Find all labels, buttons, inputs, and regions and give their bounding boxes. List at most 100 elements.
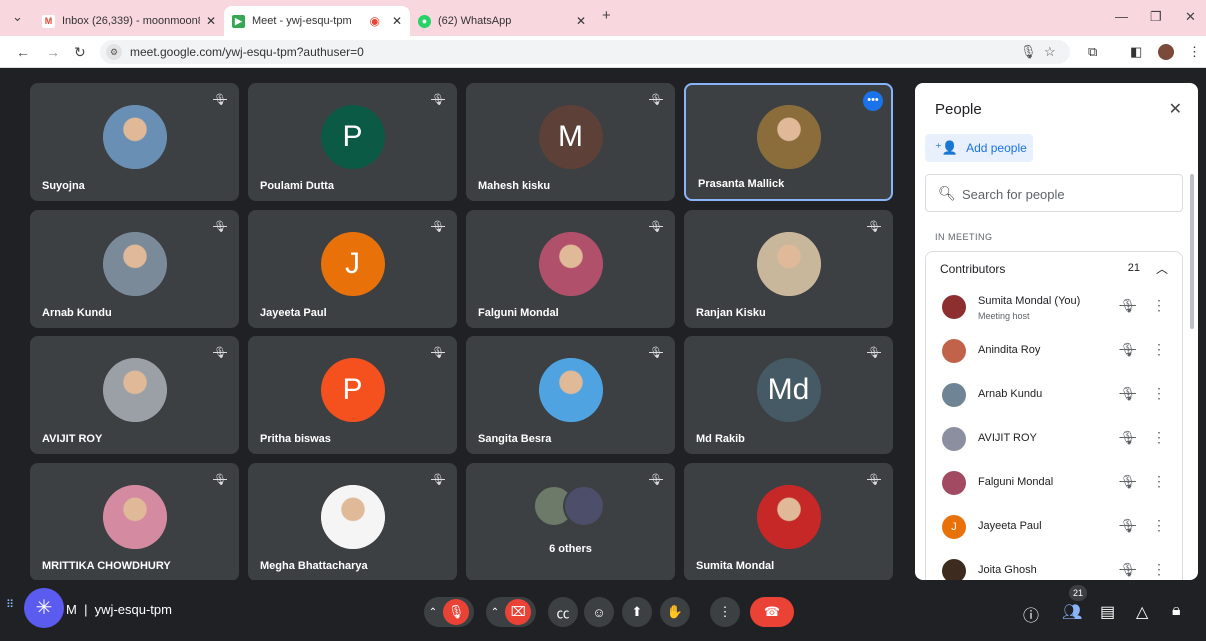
participant-tile[interactable]: Sangita Besra 🎙︎ [466, 336, 675, 454]
microphone-icon[interactable]: 🎙 [1020, 44, 1037, 60]
others-label: 6 others [549, 543, 592, 555]
profile-photo [756, 485, 821, 549]
participant-row[interactable]: Anindita Roy 🎙︎ ⋮ [926, 329, 1182, 373]
camera-toggle[interactable]: ⌃ ⌧ [486, 597, 536, 627]
chevron-up-icon[interactable]: ⌃ [491, 607, 499, 618]
microphone-toggle[interactable]: ⌃ 🎙 [424, 597, 474, 627]
participant-row[interactable]: Falguni Mondal 🎙︎ ⋮ [926, 461, 1182, 505]
participant-tile[interactable]: Suyojna 🎙︎ [30, 83, 239, 201]
side-panel-icon[interactable]: ◧ [1130, 44, 1142, 60]
activities-icon[interactable]: △ [1136, 602, 1148, 622]
participant-name: Falguni Mondal [478, 307, 559, 319]
mic-muted-icon[interactable]: 🎙︎ [1119, 562, 1136, 578]
new-tab-icon[interactable]: + [602, 7, 611, 24]
participant-tile[interactable]: P Pritha biswas 🎙︎ [248, 336, 457, 454]
participant-tile[interactable]: M Mahesh kisku 🎙︎ [466, 83, 675, 201]
captions-button[interactable]: ㏄ [548, 597, 578, 627]
address-bar[interactable]: ⚙ meet.google.com/ywj-esqu-tpm?authuser=… [100, 40, 1070, 64]
participant-options-icon[interactable]: ⋮ [1152, 385, 1166, 402]
forward-icon[interactable]: → [46, 44, 60, 60]
people-icon[interactable]: 👥︎ [1062, 602, 1082, 622]
host-controls-icon[interactable]: 🔒︎ [1172, 602, 1181, 620]
participant-row[interactable]: Arnab Kundu 🎙︎ ⋮ [926, 373, 1182, 417]
chat-icon[interactable]: ▤ [1100, 602, 1115, 622]
camera-off-icon: ⌧ [505, 599, 532, 625]
extensions-icon[interactable]: ⧉ [1088, 44, 1097, 60]
participant-options-icon[interactable]: ⋮ [1152, 341, 1166, 358]
close-panel-icon[interactable]: ✕ [1169, 99, 1182, 119]
participant-tile[interactable]: P Poulami Dutta 🎙︎ [248, 83, 457, 201]
panel-scrollbar[interactable] [1190, 174, 1194, 329]
mic-muted-icon[interactable]: 🎙︎ [1119, 430, 1136, 446]
mic-muted-icon[interactable]: 🎙︎ [1119, 474, 1136, 490]
participant-row[interactable]: J Jayeeta Paul 🎙︎ ⋮ [926, 505, 1182, 549]
participant-tile[interactable]: 6 others 🎙︎ [466, 463, 675, 581]
participant-options-icon[interactable]: ⋮ [1152, 517, 1166, 534]
chevron-up-icon[interactable]: ︿ [1156, 260, 1168, 277]
participant-tile[interactable]: MRITTIKA CHOWDHURY 🎙︎ [30, 463, 239, 581]
participant-name: Falguni Mondal [978, 476, 1054, 488]
participant-tile[interactable]: Sumita Mondal 🎙︎ [684, 463, 893, 581]
participant-tile[interactable]: Prasanta Mallick ••• [684, 83, 893, 201]
participant-row[interactable]: Joita Ghosh 🎙︎ ⋮ [926, 549, 1182, 580]
close-window-icon[interactable]: ✕ [1185, 9, 1196, 25]
minimize-icon[interactable]: — [1115, 9, 1128, 24]
close-tab-icon[interactable]: ✕ [576, 14, 586, 28]
participant-tile[interactable]: Ranjan Kisku 🎙︎ [684, 210, 893, 328]
restore-icon[interactable]: ❐ [1150, 9, 1162, 25]
more-options-button[interactable]: ⋮ [710, 597, 740, 627]
participant-name: Prasanta Mallick [698, 178, 785, 190]
profile-photo [538, 358, 603, 422]
participant-row[interactable]: AVIJIT ROY 🎙︎ ⋮ [926, 417, 1182, 461]
participant-tile[interactable]: Megha Bhattacharya 🎙︎ [248, 463, 457, 581]
profile-photo [756, 232, 821, 296]
participant-options-icon[interactable]: ⋮ [1152, 473, 1166, 490]
participant-tile[interactable]: J Jayeeta Paul 🎙︎ [248, 210, 457, 328]
mic-muted-icon[interactable]: 🎙︎ [1119, 386, 1136, 402]
participant-row[interactable]: Sumita Mondal (You) Meeting host 🎙︎ ⋮ [926, 285, 1182, 329]
participant-tile[interactable]: Falguni Mondal 🎙︎ [466, 210, 675, 328]
meet-activity-icon[interactable]: ✳ [24, 588, 64, 628]
participant-tile[interactable]: Arnab Kundu 🎙︎ [30, 210, 239, 328]
participant-options-icon[interactable]: ⋮ [1152, 561, 1166, 578]
site-info-icon[interactable]: ⚙ [106, 44, 122, 60]
participant-options-icon[interactable]: ⋮ [1152, 429, 1166, 446]
participant-tile[interactable]: Md Md Rakib 🎙︎ [684, 336, 893, 454]
avatar [102, 232, 167, 296]
menu-dots-icon[interactable]: ⋮ [1188, 44, 1201, 60]
chevron-up-icon[interactable]: ⌃ [429, 607, 437, 618]
browser-tab-strip: ⌄ M Inbox (26,339) - moonmoon85 ✕ ▶ Meet… [0, 0, 1206, 36]
participant-options-icon[interactable]: ⋮ [1152, 297, 1166, 314]
profile-photo [102, 358, 167, 422]
mic-muted-icon: 🎙︎ [431, 221, 445, 233]
profile-avatar[interactable] [1158, 44, 1174, 60]
meeting-details-icon[interactable]: ⓘ [1023, 602, 1039, 626]
contributors-group-header[interactable]: Contributors 21 ︿ [925, 251, 1183, 285]
meeting-code: M | ywj-esqu-tpm [66, 602, 172, 617]
participant-name: Joita Ghosh [978, 564, 1037, 576]
mic-muted-icon[interactable]: 🎙︎ [1119, 342, 1136, 358]
reload-icon[interactable]: ↻ [74, 44, 86, 61]
present-screen-button[interactable]: ⬆ [622, 597, 652, 627]
participant-tile[interactable]: AVIJIT ROY 🎙︎ [30, 336, 239, 454]
mic-muted-icon[interactable]: 🎙︎ [1119, 298, 1136, 314]
leave-call-button[interactable]: ☎ [750, 597, 794, 627]
tab-meet[interactable]: ▶ Meet - ywj-esqu-tpm ◉ ✕ [224, 6, 410, 36]
tab-list-dropdown-icon[interactable]: ⌄ [12, 9, 23, 25]
raise-hand-button[interactable]: ✋ [660, 597, 690, 627]
tab-whatsapp[interactable]: ● (62) WhatsApp ✕ [410, 6, 594, 36]
close-tab-icon[interactable]: ✕ [392, 14, 402, 28]
search-people-input[interactable] [962, 184, 1172, 204]
bookmark-star-icon[interactable]: ☆ [1044, 44, 1056, 60]
participant-name: Anindita Roy [978, 344, 1041, 356]
search-people-field[interactable]: 🔍︎ [925, 174, 1183, 212]
apps-grid-icon[interactable]: ⠿ [6, 598, 14, 611]
add-people-button[interactable]: ⁺👤 Add people [925, 134, 1033, 162]
emoji-reactions-button[interactable]: ☺ [584, 597, 614, 627]
tab-gmail[interactable]: M Inbox (26,339) - moonmoon85 ✕ [34, 6, 224, 36]
avatar [942, 339, 966, 363]
mic-muted-icon[interactable]: 🎙︎ [1119, 518, 1136, 534]
close-tab-icon[interactable]: ✕ [206, 14, 216, 28]
tile-options-icon[interactable]: ••• [863, 91, 883, 111]
back-icon[interactable]: ← [16, 44, 30, 60]
